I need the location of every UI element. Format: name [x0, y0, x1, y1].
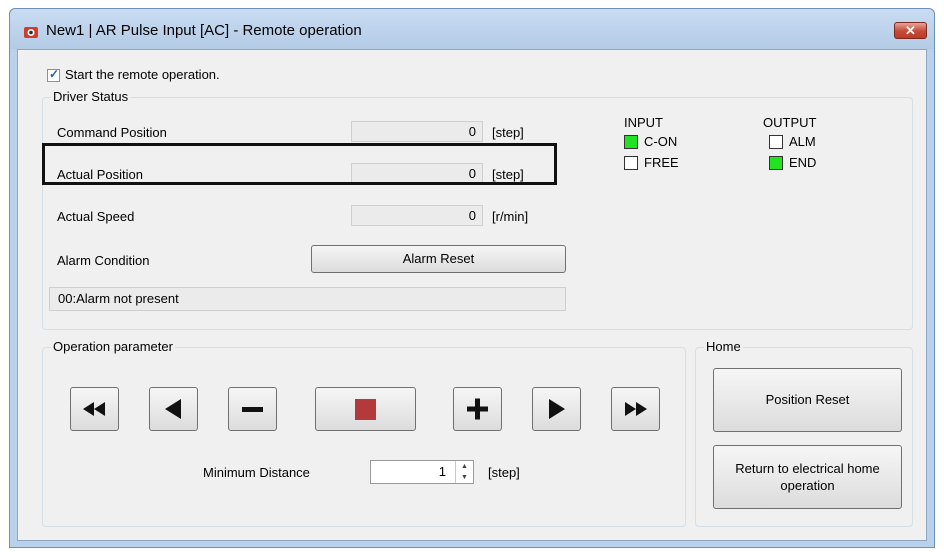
double-left-arrow-icon	[83, 402, 105, 416]
alarm-condition-label: Alarm Condition	[57, 253, 150, 268]
position-reset-button[interactable]: Position Reset	[713, 368, 902, 432]
return-home-label: Return to electrical home operation	[735, 461, 880, 493]
c-on-indicator	[624, 135, 638, 149]
actual-speed-value: 0	[351, 205, 483, 226]
app-icon	[24, 27, 38, 38]
actual-speed-label: Actual Speed	[57, 209, 135, 224]
position-reset-label: Position Reset	[765, 392, 850, 407]
close-icon: ✕	[905, 23, 916, 38]
driver-status-caption: Driver Status	[51, 89, 131, 104]
reverse-button[interactable]	[149, 387, 198, 431]
minus-icon	[242, 407, 263, 412]
command-position-label: Command Position	[57, 125, 167, 140]
end-label: END	[789, 155, 817, 170]
alm-indicator	[769, 135, 783, 149]
minimum-distance-unit: [step]	[488, 465, 520, 480]
stop-button[interactable]	[315, 387, 416, 431]
start-remote-label: Start the remote operation.	[65, 67, 220, 82]
c-on-label: C-ON	[644, 134, 678, 149]
right-triangle-icon	[549, 399, 565, 419]
home-caption: Home	[704, 339, 743, 354]
jog-minus-button[interactable]	[228, 387, 277, 431]
actual-position-highlight-box	[42, 143, 557, 185]
close-button[interactable]: ✕	[894, 22, 927, 39]
alarm-status-field: 00:Alarm not present	[49, 287, 566, 311]
client-area: Start the remote operation. Driver Statu…	[17, 49, 927, 541]
remote-operation-window: New1 | AR Pulse Input [AC] - Remote oper…	[9, 8, 935, 548]
left-triangle-icon	[165, 399, 181, 419]
minimum-distance-stepper[interactable]: 1 ▲ ▼	[370, 460, 474, 484]
actual-speed-unit: [r/min]	[492, 209, 529, 224]
free-label: FREE	[644, 155, 679, 170]
jog-plus-button[interactable]	[453, 387, 502, 431]
plus-icon	[467, 398, 488, 420]
stepper-buttons: ▲ ▼	[455, 461, 473, 483]
alm-label: ALM	[789, 134, 816, 149]
stepper-up-icon[interactable]: ▲	[456, 461, 473, 472]
command-position-unit: [step]	[492, 125, 524, 140]
alarm-reset-button[interactable]: Alarm Reset	[311, 245, 566, 273]
input-header: INPUT	[624, 115, 663, 130]
fast-forward-button[interactable]	[611, 387, 660, 431]
forward-button[interactable]	[532, 387, 581, 431]
stop-square-icon	[355, 399, 376, 420]
title-bar: New1 | AR Pulse Input [AC] - Remote oper…	[10, 9, 934, 49]
operation-parameter-caption: Operation parameter	[51, 339, 175, 354]
window-title: New1 | AR Pulse Input [AC] - Remote oper…	[46, 22, 362, 39]
free-indicator	[624, 156, 638, 170]
fast-reverse-button[interactable]	[70, 387, 119, 431]
command-position-value: 0	[351, 121, 483, 142]
end-indicator	[769, 156, 783, 170]
minimum-distance-value: 1	[438, 464, 446, 479]
return-home-button[interactable]: Return to electrical home operation	[713, 445, 902, 509]
double-right-arrow-icon	[625, 402, 647, 416]
start-remote-checkbox[interactable]	[47, 67, 60, 82]
operation-parameter-group: Operation parameter	[42, 339, 686, 527]
stepper-down-icon[interactable]: ▼	[456, 472, 473, 483]
alarm-reset-label: Alarm Reset	[402, 251, 475, 266]
output-header: OUTPUT	[763, 115, 817, 130]
minimum-distance-label: Minimum Distance	[203, 465, 310, 480]
